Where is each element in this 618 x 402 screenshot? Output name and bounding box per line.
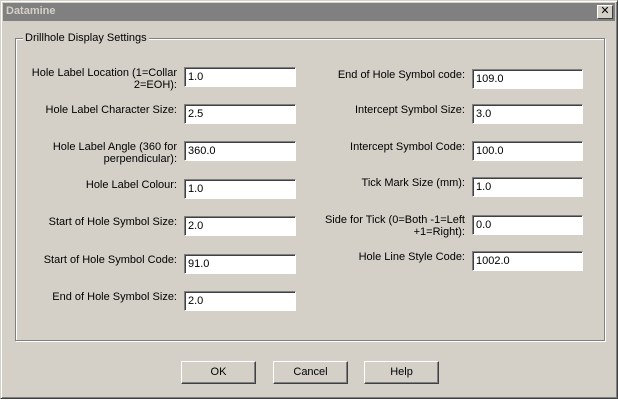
end-symbol-size-label: End of Hole Symbol Size: — [52, 291, 177, 303]
start-symbol-code-input[interactable] — [184, 254, 296, 274]
ok-button[interactable]: OK — [181, 361, 256, 384]
end-symbol-code-input[interactable] — [472, 69, 583, 89]
hole-label-colour-label: Hole Label Colour: — [85, 179, 177, 191]
intercept-symbol-code-label: Intercept Symbol Code: — [350, 141, 465, 153]
start-symbol-size-label: Start of Hole Symbol Size: — [48, 216, 177, 228]
intercept-symbol-size-label: Intercept Symbol Size: — [354, 104, 465, 116]
tick-side-input[interactable] — [472, 215, 583, 235]
hole-label-angle-label: Hole Label Angle (360 for perpendicular)… — [52, 141, 177, 165]
hole-label-location-label: Hole Label Location (1=Collar 2=EOH): — [31, 67, 177, 91]
start-symbol-size-input[interactable] — [184, 216, 296, 236]
window-title: Datamine — [6, 5, 56, 17]
close-button[interactable]: ✕ — [597, 5, 613, 19]
tick-mark-size-input[interactable] — [472, 177, 583, 197]
start-symbol-code-label: Start of Hole Symbol Code: — [43, 254, 177, 266]
intercept-symbol-code-input[interactable] — [472, 141, 583, 161]
end-symbol-size-input[interactable] — [184, 291, 296, 311]
hole-label-angle-input[interactable] — [184, 141, 296, 161]
tick-mark-size-label: Tick Mark Size (mm): — [361, 177, 465, 189]
hole-label-colour-input[interactable] — [184, 179, 296, 199]
hole-line-style-input[interactable] — [472, 251, 583, 271]
hole-label-location-input[interactable] — [184, 67, 296, 87]
end-symbol-code-label: End of Hole Symbol code: — [337, 69, 465, 81]
title-bar[interactable]: Datamine ✕ — [3, 3, 615, 21]
group-legend: Drillhole Display Settings — [23, 32, 149, 44]
tick-side-label: Side for Tick (0=Both -1=Left +1=Right): — [324, 214, 465, 238]
hole-label-char-size-input[interactable] — [184, 104, 296, 124]
intercept-symbol-size-input[interactable] — [472, 104, 583, 124]
hole-line-style-label: Hole Line Style Code: — [358, 251, 465, 263]
cancel-button[interactable]: Cancel — [273, 361, 348, 384]
help-button[interactable]: Help — [364, 361, 439, 384]
hole-label-char-size-label: Hole Label Character Size: — [45, 104, 177, 116]
